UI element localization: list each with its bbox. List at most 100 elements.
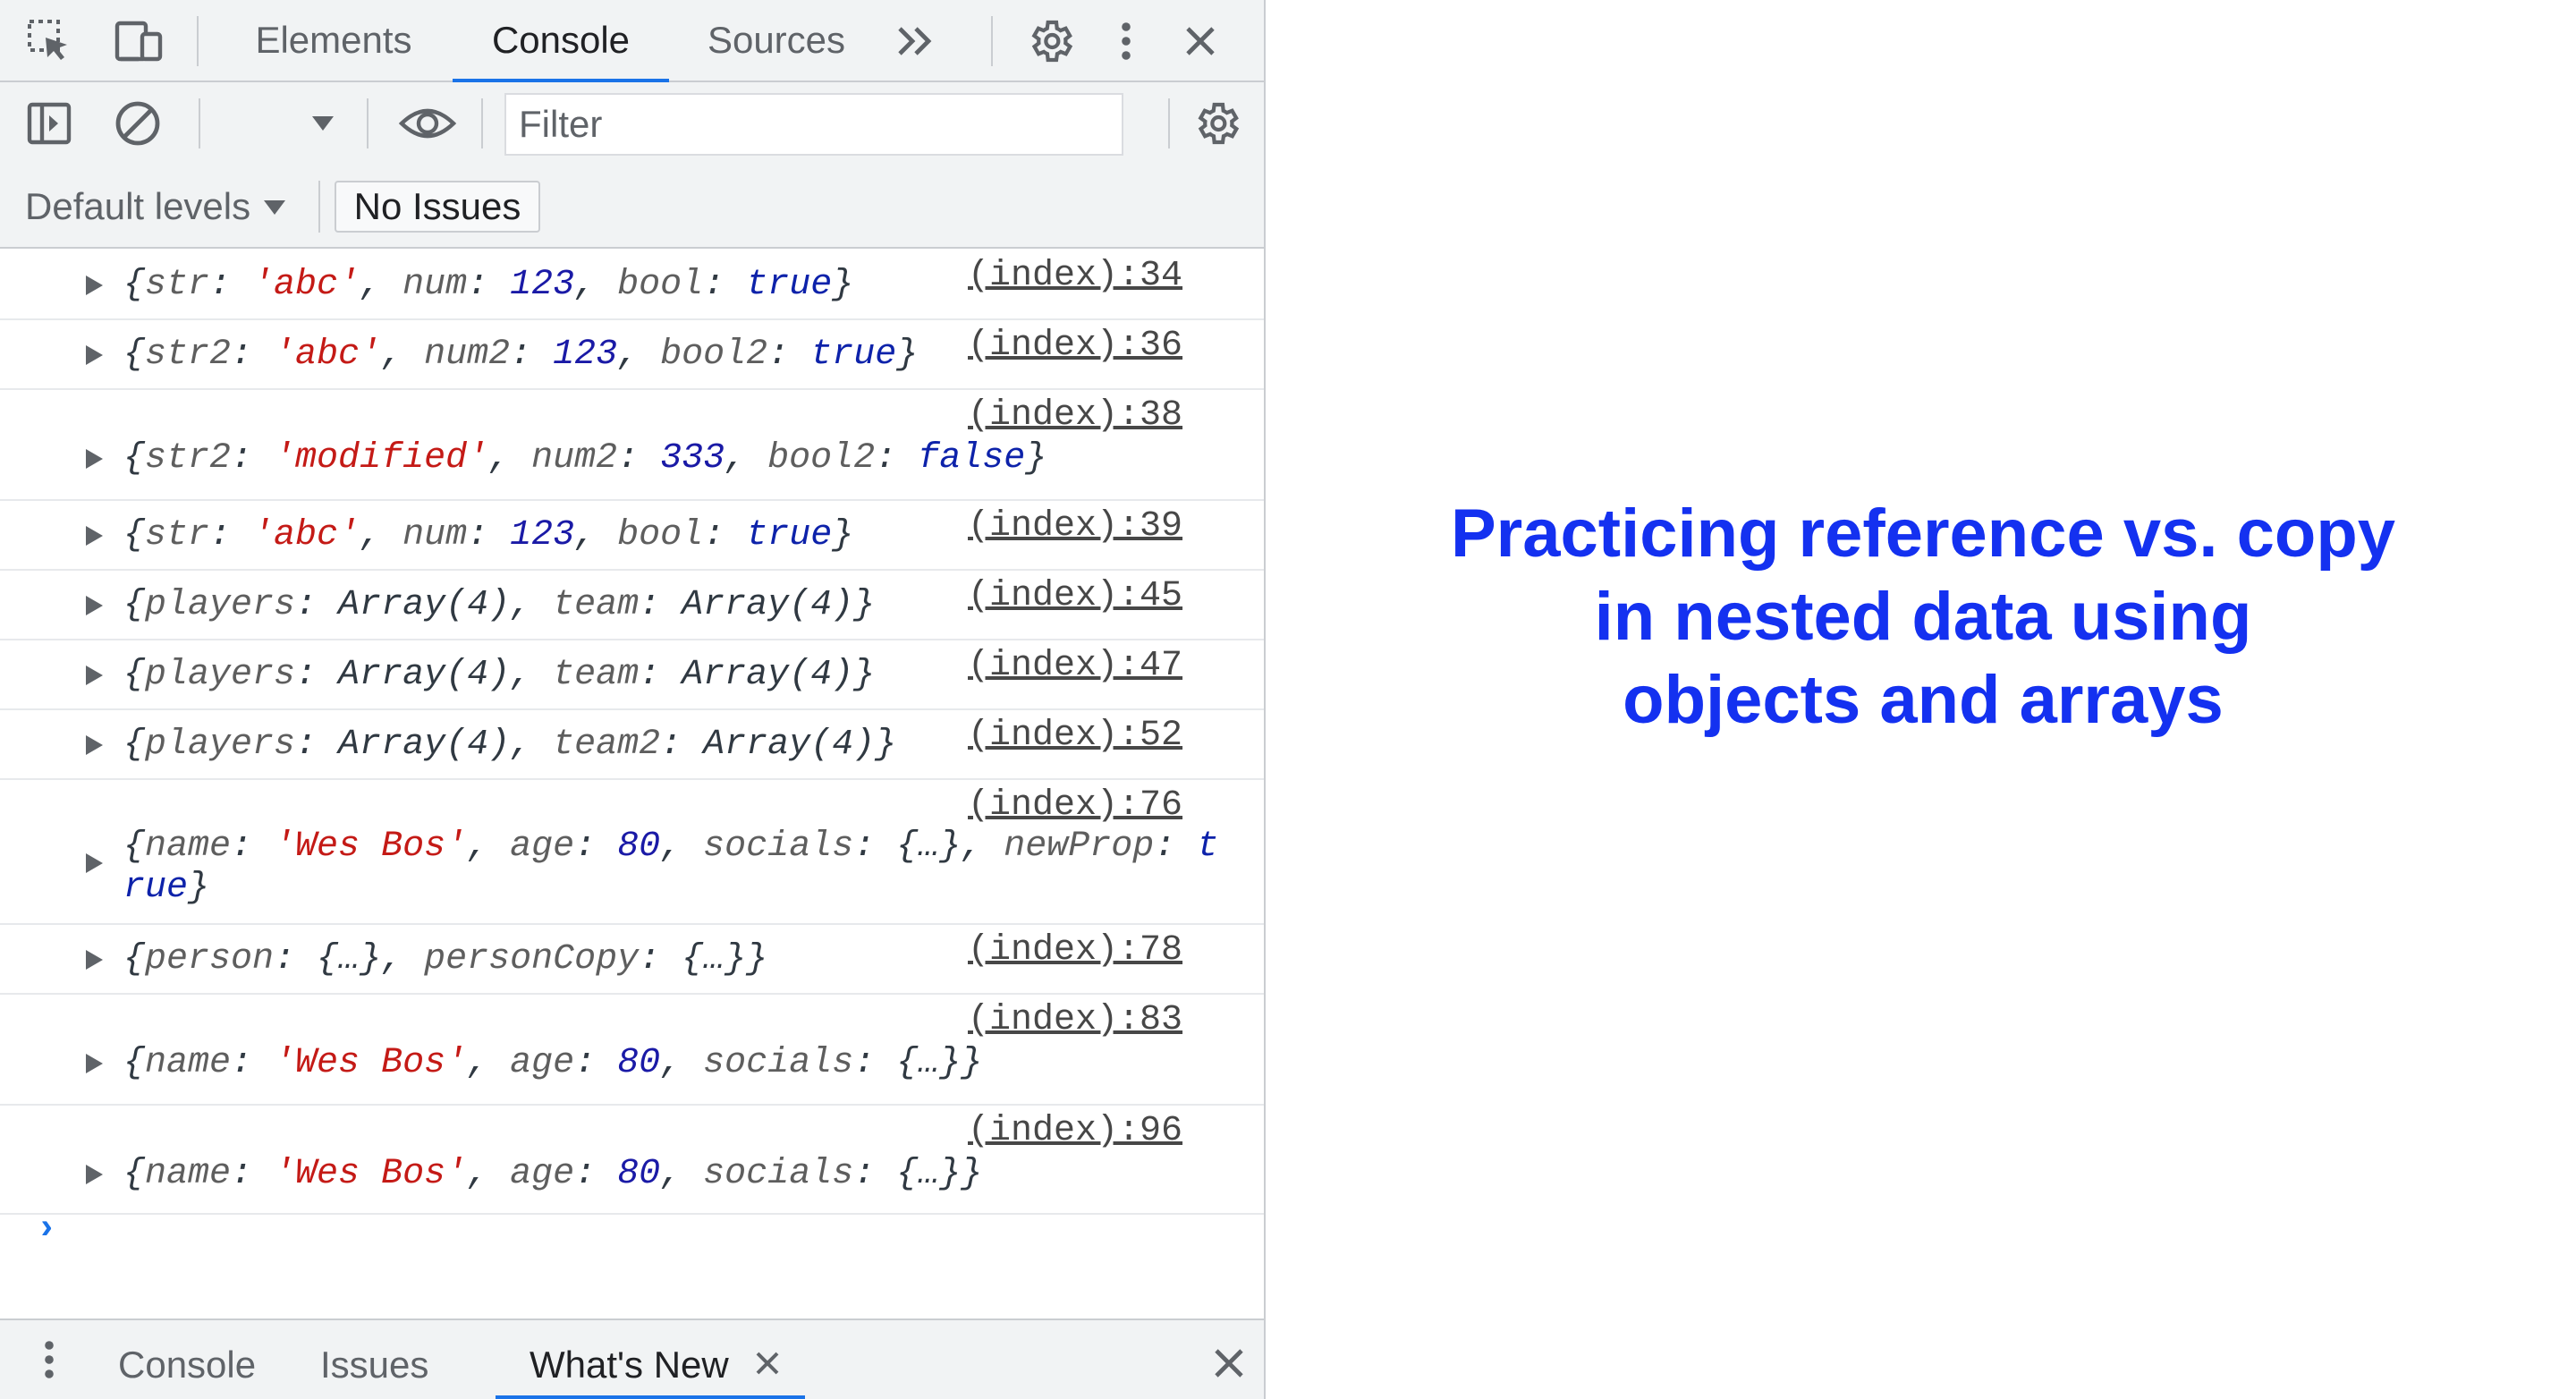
console-message[interactable]: (index):38 {str2: 'modified', num2: 333, … — [0, 390, 1264, 501]
caption-line: Practicing reference vs. copy — [1450, 496, 2396, 572]
console-settings-gear-icon[interactable] — [1190, 98, 1243, 148]
preview-token: } — [832, 515, 854, 555]
preview-token: 80 — [617, 1043, 661, 1083]
drawer-tab-issues[interactable]: Issues — [320, 1320, 428, 1399]
double-chevron-right-icon[interactable] — [891, 21, 941, 61]
source-link[interactable]: (index):45 — [968, 576, 1182, 617]
vertical-ellipsis-icon[interactable] — [36, 1335, 63, 1385]
preview-token: { — [123, 515, 146, 555]
preview-token: num2 — [531, 438, 618, 479]
source-link[interactable]: (index):39 — [968, 506, 1182, 547]
console-message[interactable]: (index):47 {players: Array(4), team: Arra… — [0, 640, 1264, 710]
expand-triangle-icon[interactable] — [86, 345, 103, 365]
console-message[interactable]: (index):83 {name: 'Wes Bos', age: 80, soc… — [0, 995, 1264, 1106]
expand-triangle-icon[interactable] — [86, 526, 103, 546]
object-preview[interactable]: {person: {…}, personCopy: {…}} — [123, 939, 767, 980]
object-preview[interactable]: {str2: 'abc', num2: 123, bool2: true} — [123, 335, 918, 376]
preview-token: 80 — [617, 827, 661, 867]
preview-token: : — [574, 1154, 618, 1194]
console-message[interactable]: (index):34 {str: 'abc', num: 123, bool: t… — [0, 250, 1264, 320]
preview-token: : {…}} — [853, 1154, 983, 1194]
more-options-icon[interactable] — [1113, 16, 1140, 66]
source-link[interactable]: (index):96 — [968, 1111, 1182, 1152]
drawer-tab-console[interactable]: Console — [118, 1320, 256, 1399]
preview-token: : Array(4)} — [639, 585, 876, 625]
live-expression-eye-icon[interactable] — [397, 102, 458, 145]
preview-token: : — [467, 515, 511, 555]
expand-triangle-icon[interactable] — [86, 853, 103, 873]
drawer-tab-bar: Console Issues What's New — [0, 1318, 1264, 1399]
preview-token: : — [231, 827, 275, 867]
preview-token: : — [875, 438, 919, 479]
object-preview[interactable]: {name: 'Wes Bos', age: 80, socials: {…},… — [123, 827, 1218, 909]
close-drawer-icon[interactable] — [1209, 1344, 1249, 1383]
object-preview[interactable]: {players: Array(4), team: Array(4)} — [123, 655, 875, 696]
expand-triangle-icon[interactable] — [86, 950, 103, 970]
object-preview[interactable]: {str2: 'modified', num2: 333, bool2: fal… — [123, 438, 1046, 479]
source-link[interactable]: (index):36 — [968, 326, 1182, 367]
object-preview[interactable]: {str: 'abc', num: 123, bool: true} — [123, 265, 853, 306]
toolbar-divider — [1168, 98, 1170, 148]
preview-token: , — [467, 1154, 511, 1194]
close-whats-new-tab-icon[interactable] — [751, 1345, 784, 1381]
source-link[interactable]: (index):52 — [968, 716, 1182, 757]
preview-token: : — [703, 265, 747, 305]
filter-input[interactable] — [504, 93, 1123, 156]
device-toolbar-icon[interactable] — [111, 18, 170, 64]
expand-triangle-icon[interactable] — [86, 1054, 103, 1073]
inspect-element-icon[interactable] — [23, 18, 75, 64]
preview-token: 80 — [617, 1154, 661, 1194]
expand-triangle-icon[interactable] — [86, 666, 103, 685]
source-link[interactable]: (index):34 — [968, 256, 1182, 297]
preview-token: age — [510, 1154, 575, 1194]
object-preview[interactable]: {str: 'abc', num: 123, bool: true} — [123, 515, 853, 556]
console-message[interactable]: (index):76 {name: 'Wes Bos', age: 80, soc… — [0, 780, 1264, 925]
source-link[interactable]: (index):83 — [968, 1000, 1182, 1041]
issues-button[interactable]: No Issues — [335, 181, 540, 233]
preview-token: , — [617, 335, 661, 375]
console-message[interactable]: (index):39 {str: 'abc', num: 123, bool: t… — [0, 501, 1264, 571]
dropdown-triangle-icon[interactable] — [309, 113, 336, 134]
preview-token: , — [360, 515, 403, 555]
issues-button-label: No Issues — [353, 185, 521, 227]
expand-triangle-icon[interactable] — [86, 735, 103, 755]
object-preview[interactable]: {players: Array(4), team2: Array(4)} — [123, 725, 896, 766]
clear-console-icon[interactable] — [111, 98, 165, 148]
console-message[interactable]: (index):45 {players: Array(4), team: Arra… — [0, 571, 1264, 640]
preview-token: name — [145, 1154, 232, 1194]
close-devtools-icon[interactable] — [1179, 18, 1222, 64]
source-link[interactable]: (index):38 — [968, 395, 1182, 437]
preview-token: team — [553, 655, 640, 695]
object-preview[interactable]: {name: 'Wes Bos', age: 80, socials: {…}} — [123, 1154, 982, 1195]
expand-triangle-icon[interactable] — [86, 276, 103, 295]
object-preview[interactable]: {players: Array(4), team: Array(4)} — [123, 585, 875, 626]
object-preview[interactable]: {name: 'Wes Bos', age: 80, socials: {…}} — [123, 1043, 982, 1084]
console-message[interactable]: (index):36 {str2: 'abc', num2: 123, bool2… — [0, 320, 1264, 390]
preview-token: { — [123, 939, 146, 979]
source-link[interactable]: (index):78 — [968, 930, 1182, 971]
default-levels-dropdown[interactable]: Default levels — [25, 165, 250, 249]
console-prompt[interactable]: › — [36, 1209, 57, 1250]
expand-triangle-icon[interactable] — [86, 596, 103, 615]
preview-token: , — [574, 515, 618, 555]
tab-sources[interactable]: Sources — [694, 0, 859, 82]
tab-console[interactable]: Console — [453, 0, 669, 82]
source-link[interactable]: (index):76 — [968, 785, 1182, 827]
console-message[interactable]: (index):52 {players: Array(4), team2: Arr… — [0, 710, 1264, 780]
preview-token: person — [145, 939, 275, 979]
preview-token: : — [231, 438, 275, 479]
preview-token: : — [467, 265, 511, 305]
levels-dropdown-triangle-icon[interactable] — [261, 197, 288, 218]
tab-elements[interactable]: Elements — [240, 0, 428, 82]
console-message[interactable]: (index):96 {name: 'Wes Bos', age: 80, soc… — [0, 1106, 1264, 1215]
expand-triangle-icon[interactable] — [86, 1165, 103, 1184]
source-link[interactable]: (index):47 — [968, 646, 1182, 687]
preview-token: { — [123, 725, 146, 765]
console-message[interactable]: (index):78 {person: {…}, personCopy: {…}} — [0, 925, 1264, 995]
preview-token: : — [510, 335, 554, 375]
expand-triangle-icon[interactable] — [86, 449, 103, 469]
preview-token: , — [724, 438, 768, 479]
sidebar-toggle-icon[interactable] — [23, 100, 75, 147]
preview-token: } — [188, 868, 210, 908]
settings-gear-icon[interactable] — [1023, 16, 1077, 66]
